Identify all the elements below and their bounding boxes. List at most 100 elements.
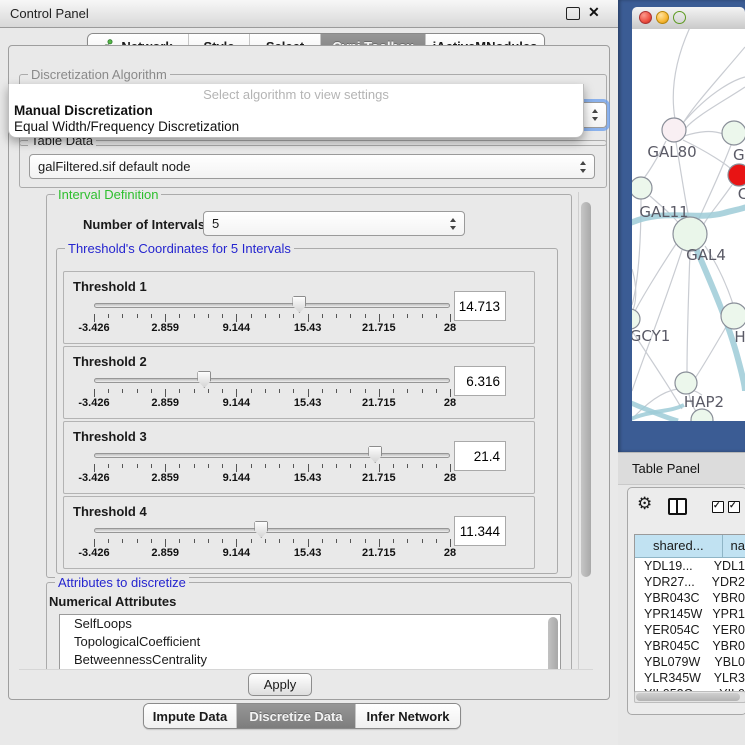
slider-tick: [293, 314, 294, 318]
network-node[interactable]: [721, 303, 745, 329]
table-row[interactable]: YDR27...YDR2: [635, 574, 745, 590]
slider-tick-label: 2.859: [151, 322, 179, 334]
network-node[interactable]: [662, 118, 686, 142]
threshold-slider-track[interactable]: [94, 303, 450, 308]
checkbox-icon[interactable]: [712, 501, 724, 513]
cell-shared-name[interactable]: YER054C: [635, 622, 706, 638]
settings-scrollbar[interactable]: [578, 192, 594, 669]
slider-tick: [208, 539, 209, 543]
float-window-icon[interactable]: [566, 7, 580, 20]
cell-shared-name[interactable]: YDL19...: [635, 558, 708, 574]
table-row[interactable]: YLR345WYLR3: [635, 670, 745, 686]
slider-tick: [450, 464, 451, 472]
network-node[interactable]: [675, 372, 697, 394]
table-data-combobox[interactable]: galFiltered.sif default node: [29, 154, 595, 179]
settings-scrollbar-thumb[interactable]: [581, 202, 591, 577]
cell-shared-name[interactable]: YPR145W: [635, 606, 706, 622]
checkbox-icon[interactable]: [728, 501, 740, 513]
slider-tick: [322, 464, 323, 468]
cell-name[interactable]: YBL0: [708, 654, 745, 670]
cell-name[interactable]: YPR1: [706, 606, 745, 622]
slider-tick: [265, 464, 266, 468]
cell-name[interactable]: YDR2: [706, 574, 745, 590]
gear-icon[interactable]: ⚙: [637, 494, 652, 514]
network-node[interactable]: [722, 121, 745, 145]
cell-shared-name[interactable]: YBL079W: [635, 654, 708, 670]
threshold-value-field[interactable]: [454, 441, 506, 471]
mac-close-icon[interactable]: [639, 11, 652, 24]
table-row[interactable]: YER054CYER0: [635, 622, 745, 638]
table-row[interactable]: YBR043CYBR0: [635, 590, 745, 606]
table-row[interactable]: YPR145WYPR1: [635, 606, 745, 622]
cell-shared-name[interactable]: YDR27...: [635, 574, 706, 590]
column-selector-icon[interactable]: [668, 498, 687, 515]
cell-name[interactable]: YLR3: [708, 670, 745, 686]
number-of-intervals-combobox[interactable]: 5: [203, 211, 465, 236]
slider-tick-label: 21.715: [362, 472, 396, 484]
attribute-list-item[interactable]: BetweennessCentrality: [60, 651, 560, 669]
mac-zoom-icon[interactable]: [673, 11, 686, 24]
slider-tick: [407, 464, 408, 468]
column-header-shared-name[interactable]: shared...: [635, 535, 723, 557]
threshold-slider-track[interactable]: [94, 528, 450, 533]
threshold-label: Threshold 1: [73, 279, 147, 294]
slider-tick-label: 15.43: [294, 397, 322, 409]
popup-item-manual-discretization[interactable]: Manual Discretization: [14, 103, 153, 118]
slider-tick: [122, 389, 123, 393]
column-header-name[interactable]: na: [723, 535, 745, 557]
cell-name[interactable]: YDL1: [708, 558, 745, 574]
combo-stepper-icon: [449, 218, 458, 230]
network-canvas[interactable]: GAL80GACGAL11GAL4GCY1HHAP2: [632, 29, 745, 421]
table-horizontal-scrollbar[interactable]: [634, 691, 745, 703]
cell-shared-name[interactable]: YBR043C: [635, 590, 706, 606]
network-graph: GAL80GACGAL11GAL4GCY1HHAP2: [632, 29, 745, 421]
slider-tick: [293, 464, 294, 468]
apply-button-label: Apply: [264, 677, 297, 692]
attribute-list-item[interactable]: SelfLoops: [60, 615, 560, 633]
slider-tick: [151, 389, 152, 393]
tab-discretize-data[interactable]: Discretize Data: [237, 704, 356, 728]
tab-infer-network[interactable]: Infer Network: [356, 704, 460, 728]
table-row[interactable]: YBR045CYBR0: [635, 638, 745, 654]
slider-tick-label: -3.426: [78, 547, 109, 559]
cell-name[interactable]: YBR0: [706, 638, 745, 654]
slider-tick: [94, 539, 95, 547]
apply-button[interactable]: Apply: [248, 673, 312, 696]
numerical-attributes-list[interactable]: SelfLoopsTopologicalCoefficientBetweenne…: [59, 614, 561, 670]
attribute-list-item[interactable]: TopologicalCoefficient: [60, 633, 560, 651]
slider-tick-label: 9.144: [223, 322, 251, 334]
threshold-value-field[interactable]: [454, 366, 506, 396]
slider-tick: [279, 314, 280, 318]
bottom-tab-bar: Impute Data Discretize Data Infer Networ…: [143, 703, 461, 729]
thresholds-group-title: Threshold's Coordinates for 5 Intervals: [65, 241, 294, 256]
cell-name[interactable]: YER0: [706, 622, 745, 638]
cell-name[interactable]: YBR0: [706, 590, 745, 606]
network-node[interactable]: [632, 177, 652, 199]
mac-minimize-icon[interactable]: [656, 11, 669, 24]
threshold-slider-track[interactable]: [94, 453, 450, 458]
threshold-slider-thumb[interactable]: [254, 521, 268, 538]
network-node[interactable]: [632, 309, 640, 329]
threshold-slider-track[interactable]: [94, 378, 450, 383]
threshold-slider-thumb[interactable]: [368, 446, 382, 463]
table-hscrollbar-thumb[interactable]: [636, 693, 740, 701]
attributes-list-scrollbar[interactable]: [548, 617, 558, 670]
network-node[interactable]: [728, 164, 745, 186]
table-row[interactable]: YDL19...YDL1: [635, 558, 745, 574]
cell-shared-name[interactable]: YLR345W: [635, 670, 708, 686]
network-view-window: GAL80GACGAL11GAL4GCY1HHAP2: [618, 0, 745, 452]
threshold-slider-thumb[interactable]: [197, 371, 211, 388]
threshold-slider-thumb[interactable]: [292, 296, 306, 313]
slider-tick: [194, 389, 195, 393]
threshold-label: Threshold 2: [73, 354, 147, 369]
threshold-value-field[interactable]: [454, 291, 506, 321]
table-row[interactable]: YBL079WYBL0: [635, 654, 745, 670]
popup-item-equal-width-frequency[interactable]: Equal Width/Frequency Discretization: [14, 119, 239, 134]
close-icon[interactable]: ✕: [588, 4, 600, 21]
slider-tick: [422, 539, 423, 543]
network-window-titlebar: [632, 7, 745, 30]
slider-tick: [365, 539, 366, 543]
threshold-value-field[interactable]: [454, 516, 506, 546]
cell-shared-name[interactable]: YBR045C: [635, 638, 706, 654]
tab-impute-data[interactable]: Impute Data: [144, 704, 237, 728]
